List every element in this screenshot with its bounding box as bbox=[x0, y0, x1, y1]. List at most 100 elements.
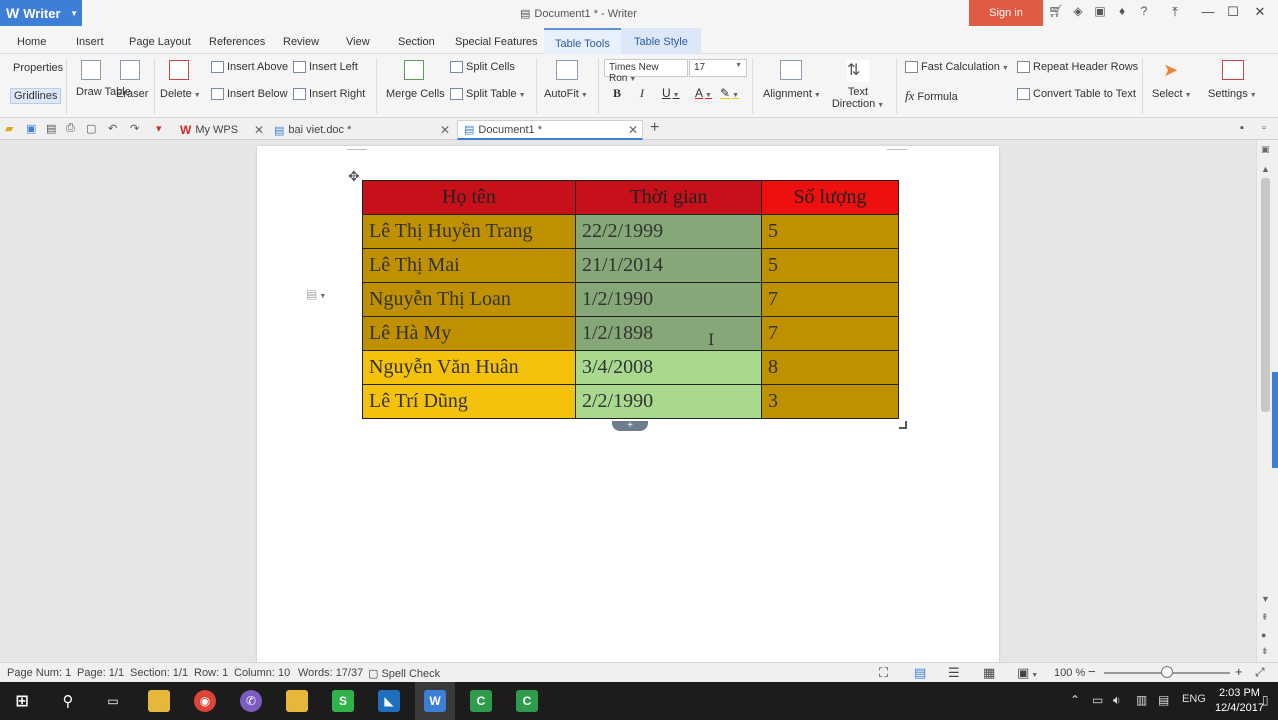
tab-menu-icon[interactable]: ▫ bbox=[1262, 122, 1266, 134]
font-name-select[interactable]: Times New Ron ▼ bbox=[604, 59, 688, 84]
insert-below-button[interactable]: Insert Below bbox=[211, 88, 288, 101]
insert-right-button[interactable]: Insert Right bbox=[293, 88, 365, 101]
tab-my-wps[interactable]: W My WPS ✕ bbox=[180, 120, 264, 140]
outline-view-icon[interactable]: ☰ bbox=[948, 665, 960, 681]
settings-button[interactable]: Settings ▼ bbox=[1208, 88, 1257, 100]
scroll-down-icon[interactable]: ▼ bbox=[1261, 594, 1270, 604]
cart-icon[interactable]: 🛒︎ bbox=[1048, 4, 1064, 18]
file-manager-icon[interactable] bbox=[286, 690, 308, 712]
scroll-up-icon[interactable]: ▲ bbox=[1261, 164, 1270, 174]
help-icon[interactable]: ? bbox=[1136, 4, 1152, 18]
open-folder-icon[interactable]: ▰ bbox=[5, 122, 13, 135]
font-size-select[interactable]: 17 ▼ bbox=[689, 59, 747, 77]
zoom-level[interactable]: 100 % bbox=[1054, 667, 1085, 679]
print-preview-icon[interactable]: ▢ bbox=[86, 122, 96, 135]
close-tab-icon[interactable]: ✕ bbox=[628, 123, 638, 137]
eye-protection-icon[interactable]: ▣ ▼ bbox=[1017, 665, 1038, 681]
table-cell[interactable]: 3 bbox=[761, 384, 899, 419]
taskbar-clock[interactable]: 2:03 PM 12/4/2017 bbox=[1215, 686, 1264, 716]
search-icon[interactable]: ⚲ bbox=[57, 690, 79, 712]
minimize-button[interactable]: — bbox=[1198, 4, 1218, 19]
fast-calculation-button[interactable]: Fast Calculation ▼ bbox=[905, 61, 1009, 74]
export-pdf-icon[interactable]: ▤ bbox=[46, 122, 56, 135]
alignment-button[interactable]: Alignment ▼ bbox=[763, 88, 821, 100]
page-view-icon[interactable]: ▤ bbox=[914, 665, 926, 681]
spell-check-button[interactable]: ▢ Spell Check bbox=[368, 667, 440, 680]
print-icon[interactable]: ⎙ bbox=[66, 122, 75, 135]
insert-left-button[interactable]: Insert Left bbox=[293, 61, 358, 74]
table-cell[interactable]: 5 bbox=[761, 214, 899, 249]
delete-table-icon[interactable] bbox=[169, 60, 189, 80]
page-num-status[interactable]: Page Num: 1 bbox=[7, 667, 71, 679]
sign-in-button[interactable]: Sign in bbox=[969, 0, 1043, 26]
zoom-slider-knob[interactable] bbox=[1161, 666, 1173, 678]
save-icon[interactable]: ▣ bbox=[26, 122, 36, 135]
spreadsheet-icon[interactable]: S bbox=[332, 690, 354, 712]
table-cell[interactable]: 1/2/1990 bbox=[575, 282, 762, 317]
tray-expand-icon[interactable]: ⌃ bbox=[1070, 693, 1080, 707]
view-toggle-icon[interactable]: ▣ bbox=[1261, 144, 1270, 155]
split-table-button[interactable]: Split Table ▼ bbox=[450, 88, 526, 101]
formula-button[interactable]: fx Formula bbox=[905, 88, 958, 104]
gridlines-button[interactable]: Gridlines bbox=[10, 88, 62, 104]
close-tab-icon[interactable]: ✕ bbox=[254, 123, 264, 137]
eraser-icon[interactable] bbox=[120, 60, 140, 80]
tray-app-icon[interactable]: ▭ bbox=[1092, 693, 1103, 707]
table-cell[interactable]: 8 bbox=[761, 350, 899, 385]
convert-table-to-text-button[interactable]: Convert Table to Text bbox=[1017, 88, 1136, 101]
insert-above-button[interactable]: Insert Above bbox=[211, 61, 288, 74]
table-cell[interactable]: 21/1/2014 bbox=[575, 248, 762, 283]
collapse-ribbon-icon[interactable]: ⤒ bbox=[1165, 4, 1185, 20]
shirt-icon[interactable]: ♦ bbox=[1114, 4, 1130, 18]
tab-home[interactable]: Home bbox=[17, 36, 46, 48]
paragraph-options-icon[interactable]: ▤ ▼ bbox=[306, 287, 326, 301]
tab-section[interactable]: Section bbox=[398, 36, 435, 48]
merge-cells-icon[interactable] bbox=[404, 60, 424, 80]
close-button[interactable]: ✕ bbox=[1250, 4, 1270, 20]
task-view-icon[interactable]: ▭ bbox=[102, 690, 124, 712]
tab-insert[interactable]: Insert bbox=[76, 36, 104, 48]
text-direction-icon[interactable]: ⇅ bbox=[847, 60, 869, 82]
bookmark-icon[interactable]: ◈ bbox=[1070, 4, 1086, 18]
table-cell[interactable]: 7 bbox=[761, 282, 899, 317]
new-tab-icon[interactable]: + bbox=[650, 119, 659, 137]
word-count-status[interactable]: Words: 17/37 bbox=[298, 667, 363, 679]
table-cell[interactable]: 22/2/1999 bbox=[575, 214, 762, 249]
select-browse-icon[interactable]: ● bbox=[1261, 630, 1266, 640]
tab-table-style[interactable]: Table Style bbox=[621, 28, 701, 54]
network-icon[interactable]: ▥ bbox=[1136, 693, 1147, 707]
camtasia-recorder-icon[interactable]: C bbox=[516, 690, 538, 712]
table-cell[interactable]: 5 bbox=[761, 248, 899, 283]
tab-bai-viet[interactable]: ▤ bai viet.doc * ✕ bbox=[274, 120, 450, 140]
select-button[interactable]: Select ▼ bbox=[1152, 88, 1192, 100]
tab-special-features[interactable]: Special Features bbox=[455, 36, 538, 48]
table-resize-handle[interactable] bbox=[899, 421, 907, 429]
viber-icon[interactable]: ✆ bbox=[240, 690, 262, 712]
windows-start-icon[interactable]: ⊞ bbox=[11, 690, 33, 712]
design-app-icon[interactable]: ◣ bbox=[378, 690, 400, 712]
volume-icon[interactable]: 🔉︎ bbox=[1113, 693, 1121, 708]
autofit-button[interactable]: AutoFit ▼ bbox=[544, 88, 588, 100]
redo-icon[interactable]: ↷ bbox=[130, 122, 139, 135]
action-center-icon[interactable]: ▤ bbox=[1158, 693, 1169, 707]
settings-icon[interactable] bbox=[1222, 60, 1244, 80]
table-cell[interactable]: 1/2/1898 bbox=[575, 316, 762, 351]
header-cell[interactable]: Họ tên bbox=[362, 180, 576, 215]
table-cell[interactable]: Lê Thị Mai bbox=[362, 248, 576, 283]
table-cell[interactable]: 7 bbox=[761, 316, 899, 351]
tab-review[interactable]: Review bbox=[283, 36, 319, 48]
table-cell[interactable]: Lê Thị Huyền Trang bbox=[362, 214, 576, 249]
tab-page-layout[interactable]: Page Layout bbox=[129, 36, 191, 48]
draw-table-label[interactable]: Draw Table bbox=[76, 86, 131, 98]
header-cell[interactable]: Số lượng bbox=[761, 180, 899, 215]
alignment-icon[interactable] bbox=[780, 60, 802, 80]
repeat-header-rows-button[interactable]: Repeat Header Rows bbox=[1017, 61, 1138, 74]
side-panel-tab[interactable] bbox=[1272, 372, 1278, 468]
customize-toolbar-icon[interactable]: ▾ bbox=[156, 122, 162, 135]
tab-references[interactable]: References bbox=[209, 36, 265, 48]
skin-icon[interactable]: ▣ bbox=[1092, 4, 1108, 18]
tab-view[interactable]: View bbox=[346, 36, 370, 48]
table-cell[interactable]: Lê Hà My bbox=[362, 316, 576, 351]
split-cells-button[interactable]: Split Cells bbox=[450, 61, 515, 74]
table-cell[interactable]: Nguyễn Văn Huân bbox=[362, 350, 576, 385]
